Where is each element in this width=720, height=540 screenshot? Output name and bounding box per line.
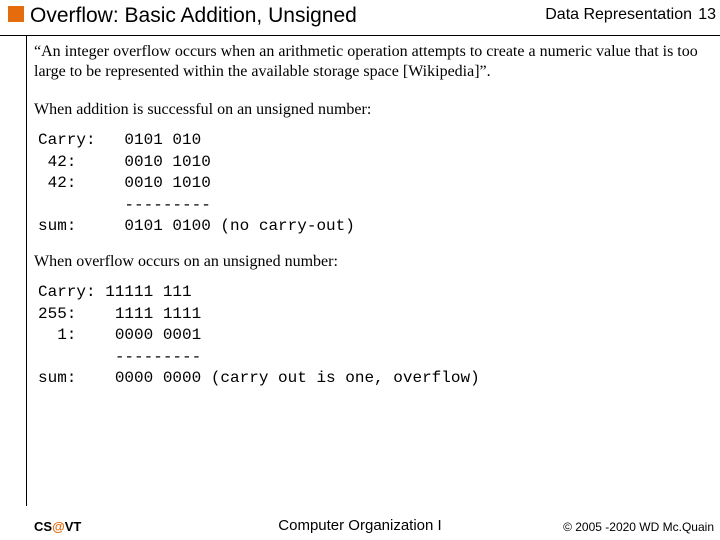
footer: CS@VT Computer Organization I © 2005 -20…: [0, 514, 720, 534]
page-number: 13: [698, 6, 716, 24]
code-block-success: Carry: 0101 010 42: 0010 1010 42: 0010 1…: [38, 130, 710, 238]
quote-text: “An integer overflow occurs when an arit…: [34, 42, 710, 82]
section-label: Data Representation: [545, 6, 692, 24]
paragraph-overflow: When overflow occurs on an unsigned numb…: [34, 252, 710, 272]
code-block-overflow: Carry: 11111 111 255: 1111 1111 1: 0000 …: [38, 282, 710, 390]
slide-title: Overflow: Basic Addition, Unsigned: [30, 4, 357, 28]
content-area: “An integer overflow occurs when an arit…: [34, 42, 710, 404]
header: Overflow: Basic Addition, Unsigned Data …: [0, 0, 720, 36]
vertical-rule: [26, 36, 27, 506]
footer-right: © 2005 -2020 WD Mc.Quain: [563, 520, 714, 534]
paragraph-success: When addition is successful on an unsign…: [34, 100, 710, 120]
